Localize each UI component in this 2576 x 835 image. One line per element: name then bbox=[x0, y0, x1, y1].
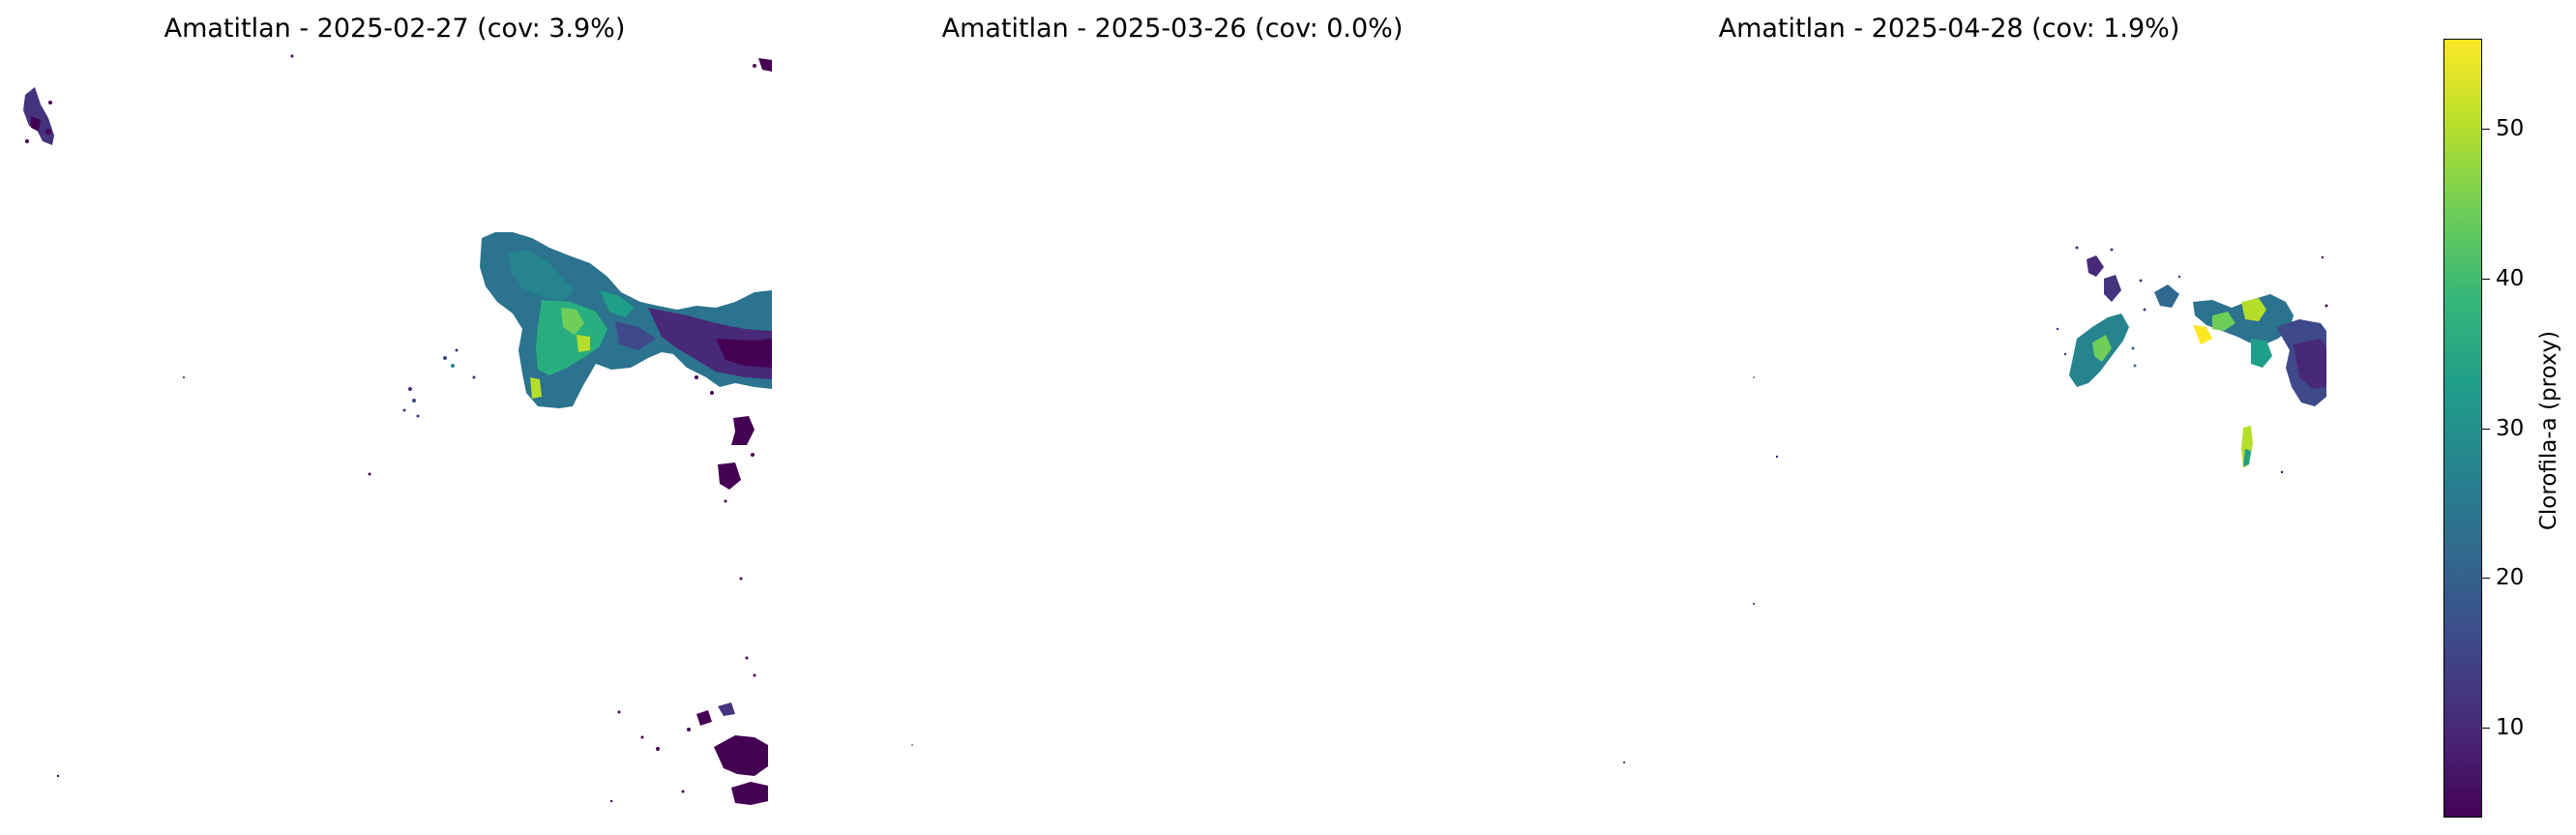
colorbar-tick-label: 10 bbox=[2496, 715, 2525, 741]
panel-title-2: Amatitlan - 2025-03-26 (cov: 0.0%) bbox=[941, 14, 1404, 44]
colorbar-tick-mark bbox=[2482, 578, 2490, 580]
chlorophyll-map-panel-2 bbox=[911, 744, 913, 746]
lake-body-bloom bbox=[480, 232, 772, 408]
chlorophyll-map-panel-3 bbox=[1623, 246, 2328, 763]
speckle-cluster-mid bbox=[183, 348, 743, 581]
speckle-cluster-top-right bbox=[290, 54, 772, 72]
colorbar-tick-mark bbox=[2482, 428, 2490, 430]
speckle-cluster-top-left bbox=[23, 87, 54, 145]
colorbar-tick-mark bbox=[2482, 728, 2490, 730]
lake-body-bloom bbox=[2069, 255, 2326, 468]
colorbar: 10 20 30 40 50 bbox=[2443, 39, 2524, 818]
colorbar-gradient bbox=[2443, 39, 2482, 818]
colorbar-tick-label: 40 bbox=[2496, 265, 2525, 291]
speckle bbox=[911, 744, 913, 746]
colorbar-tick-mark bbox=[2482, 128, 2490, 130]
colorbar-tick-label: 30 bbox=[2496, 415, 2525, 441]
speckle-cluster-bottom-right bbox=[56, 656, 768, 805]
colorbar-tick-mark bbox=[2482, 278, 2490, 280]
colorbar-tick-label: 50 bbox=[2496, 115, 2525, 141]
speckle-cluster-right-edge bbox=[718, 416, 755, 503]
panel-title-1: Amatitlan - 2025-02-27 (cov: 3.9%) bbox=[163, 14, 626, 44]
colorbar-label: Clorofila-a (proxy) bbox=[2536, 330, 2561, 531]
panel-title-3: Amatitlan - 2025-04-28 (cov: 1.9%) bbox=[1718, 14, 2180, 44]
colorbar-tick-label: 20 bbox=[2496, 565, 2525, 591]
chlorophyll-map-panel-1 bbox=[23, 54, 772, 805]
